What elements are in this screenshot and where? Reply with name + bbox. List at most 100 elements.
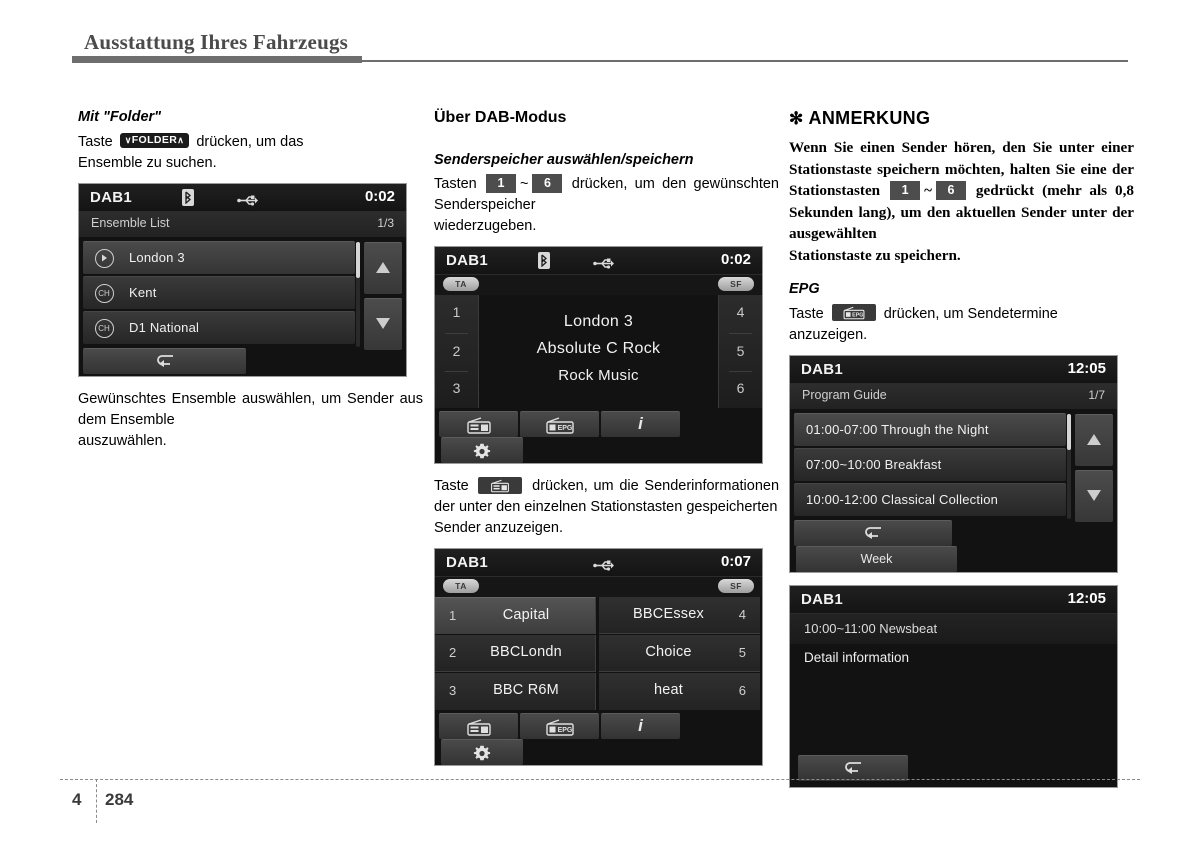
status-badge-sf[interactable]: SF: [718, 579, 754, 594]
week-button-label: Week: [860, 551, 893, 566]
return-arrow-icon: [843, 761, 863, 778]
folder-key-label: FOLDER: [131, 133, 178, 146]
radio-epg-button[interactable]: EPG: [520, 713, 599, 740]
radio-preset-button[interactable]: [439, 713, 518, 740]
preset-button-6[interactable]: 6: [719, 380, 762, 396]
list-item[interactable]: CH Kent: [83, 275, 355, 309]
preset-button-4[interactable]: 4: [719, 304, 762, 320]
scroll-up-button[interactable]: [1075, 413, 1113, 466]
preset-cell[interactable]: 4 BBCEssex: [599, 597, 760, 635]
epg-para-after: drücken, um Sendetermine: [883, 305, 1058, 322]
bluetooth-icon: [538, 252, 550, 270]
info-button[interactable]: i: [601, 713, 680, 740]
week-button[interactable]: Week: [796, 545, 957, 572]
usb-icon: [593, 256, 615, 274]
status-badge-ta[interactable]: TA: [443, 579, 479, 594]
radio-preset-icon[interactable]: [478, 477, 523, 495]
left-caption: Gewünschtes Ensemble auswählen, um Sende…: [78, 389, 423, 452]
list-page-count: 1/7: [1088, 387, 1105, 402]
clock-label: 0:07: [720, 553, 751, 571]
source-label: DAB1: [801, 360, 844, 378]
folder-key-badge[interactable]: ∨FOLDER∧: [119, 132, 190, 149]
return-arrow-icon: [863, 526, 883, 543]
scroll-down-button[interactable]: [364, 297, 402, 350]
radio-preset-button[interactable]: [439, 411, 518, 438]
left-caption-last: auszuwählen.: [78, 432, 167, 449]
triangle-down-icon: [376, 317, 390, 329]
badge-bar: TA SF: [435, 275, 762, 296]
return-button[interactable]: [83, 347, 246, 374]
radio-preset-icon: [466, 417, 492, 437]
status-badge-ta[interactable]: TA: [443, 277, 479, 292]
range-tilde: ~: [520, 176, 529, 193]
scroll-up-button[interactable]: [364, 241, 402, 294]
screen-bottom-bar: EPG i: [435, 408, 762, 464]
station-key-6[interactable]: 6: [935, 180, 966, 201]
radio-epg-icon: EPG: [545, 417, 575, 437]
radio-epg-icon[interactable]: EPG: [831, 304, 876, 322]
epg-para-before: Taste: [789, 305, 824, 322]
column-middle: Über DAB-Modus Senderspeicher auswählen/…: [434, 108, 779, 778]
channel-circle-icon: CH: [95, 318, 114, 338]
program-detail-empty-area: [790, 674, 1117, 755]
preset-cell[interactable]: 1 Capital: [435, 597, 596, 635]
preset-para-after-last: wiederzugeben.: [434, 218, 537, 235]
list-item[interactable]: 10:00-12:00 Classical Collection: [794, 482, 1066, 516]
bluetooth-icon: [182, 188, 194, 206]
page-header: Ausstattung Ihres Fahrzeugs: [0, 0, 1200, 70]
list-item[interactable]: 07:00~10:00 Breakfast: [794, 447, 1066, 481]
list-item[interactable]: 01:00-07:00 Through the Night: [794, 412, 1066, 446]
preset-cell[interactable]: 6 heat: [599, 673, 760, 711]
settings-button[interactable]: [441, 739, 523, 766]
return-button[interactable]: [798, 754, 908, 781]
chevron-up-icon: ∧: [177, 134, 185, 145]
preset-button-3[interactable]: 3: [435, 380, 478, 396]
preset-cell[interactable]: 3 BBC R6M: [435, 673, 596, 711]
radio-epg-button[interactable]: EPG: [520, 411, 599, 438]
program-rows: 01:00-07:00 Through the Night 07:00~10:0…: [794, 412, 1066, 516]
info-icon: i: [638, 716, 643, 736]
station-key-1[interactable]: 1: [890, 180, 921, 201]
left-folder-paragraph: Taste ∨FOLDER∧ drücken, um das Ensemble …: [78, 132, 423, 174]
preset-button-5[interactable]: 5: [719, 343, 762, 359]
badge-bar: TA SF: [435, 577, 762, 598]
info-button[interactable]: i: [601, 411, 680, 438]
list-item-label: Kent: [129, 284, 157, 300]
ensemble-rows: London 3 CH Kent CH D1 National: [83, 240, 355, 344]
preset-key-1[interactable]: 1: [486, 173, 517, 194]
source-label: DAB1: [801, 590, 844, 608]
preset-button-2[interactable]: 2: [435, 343, 478, 359]
list-item[interactable]: CH D1 National: [83, 310, 355, 344]
program-detail-row: Detail information: [790, 644, 1117, 674]
preset-cell[interactable]: 2 BBCLondn: [435, 635, 596, 673]
status-bar: DAB1 12:05: [790, 585, 1117, 614]
asterisk-icon: ✻: [789, 109, 804, 128]
svg-text:CH: CH: [98, 289, 110, 298]
footer-divider: [96, 779, 97, 823]
scroll-down-button[interactable]: [1075, 469, 1113, 522]
list-scrollbar[interactable]: [356, 241, 360, 347]
program-list: 01:00-07:00 Through the Night 07:00~10:0…: [790, 409, 1117, 522]
list-scrollbar[interactable]: [1067, 413, 1071, 519]
epg-sub-heading: EPG: [789, 281, 820, 297]
triangle-down-icon: [1087, 489, 1101, 501]
source-label: DAB1: [446, 252, 489, 270]
preset-button-1[interactable]: 1: [435, 304, 478, 320]
preset-key-6[interactable]: 6: [532, 173, 563, 194]
status-badge-sf[interactable]: SF: [718, 277, 754, 292]
page-number: 284: [105, 790, 134, 809]
status-bar: DAB1 0:02: [435, 247, 762, 276]
column-right: ✻ ANMERKUNG Wenn Sie einen Sender hören, …: [789, 108, 1134, 800]
preset-info-after-last: Sender anzuzeigen.: [434, 520, 563, 537]
program-guide-screen: DAB1 12:05 Program Guide 1/7 01:00-07:00…: [789, 354, 1118, 573]
play-circle-icon: [95, 248, 114, 268]
note-body: Wenn Sie einen Sender hören, den Sie unt…: [789, 137, 1134, 266]
dab-mode-heading: Über DAB-Modus: [434, 109, 567, 126]
preset-cell[interactable]: 5 Choice: [599, 635, 760, 673]
settings-button[interactable]: [441, 437, 523, 464]
note-heading-label: ANMERKUNG: [808, 108, 931, 128]
preset-cell-name: BBC R6M: [493, 682, 559, 699]
source-label: DAB1: [90, 188, 133, 206]
list-item[interactable]: London 3: [83, 240, 355, 274]
return-button[interactable]: [794, 519, 952, 546]
